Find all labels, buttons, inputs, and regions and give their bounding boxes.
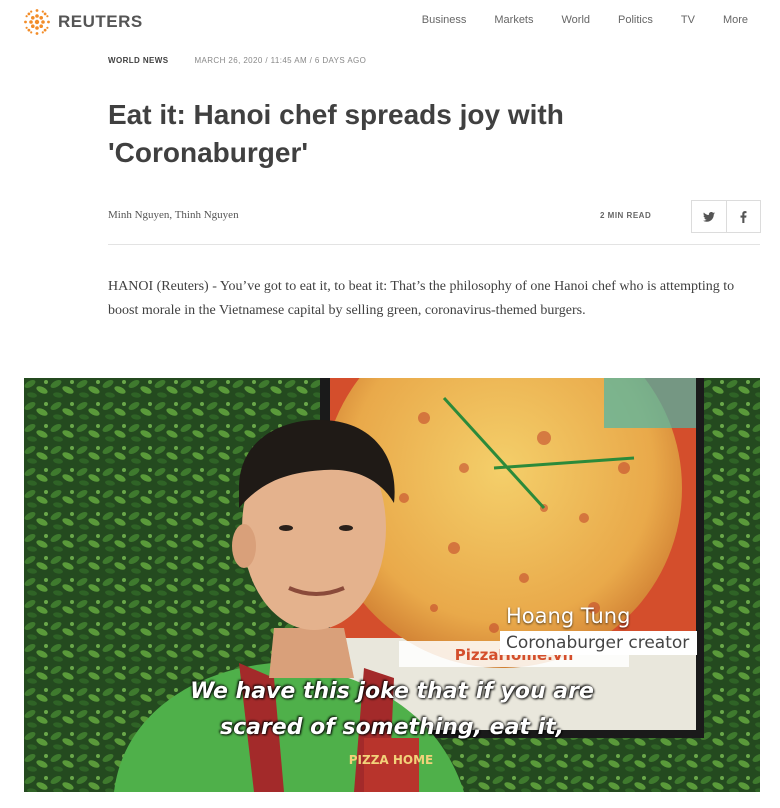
article-meta: WORLD NEWS MARCH 26, 2020 / 11:45 AM / 6…: [108, 56, 366, 65]
facebook-icon: [740, 210, 747, 223]
nav-world[interactable]: World: [562, 14, 591, 26]
twitter-share-button[interactable]: [692, 201, 726, 232]
speaker-lower-third: Hoang Tung Coronaburger creator: [500, 604, 698, 655]
nav-business[interactable]: Business: [422, 14, 467, 26]
brand-name: REUTERS: [58, 12, 143, 31]
article-headline: Eat it: Hanoi chef spreads joy with 'Cor…: [108, 99, 564, 168]
speaker-role: Coronaburger creator: [500, 631, 698, 655]
subtitle-line-2: scared of something, eat it,: [219, 715, 565, 740]
video-still[interactable]: PizzaHome.vn PIZZA HOME Hoang Tung Coron…: [24, 378, 760, 792]
speaker-name: Hoang Tung: [506, 604, 631, 628]
subtitle-line-1: We have this joke that if you are: [190, 679, 594, 704]
section-link[interactable]: WORLD NEWS: [108, 56, 168, 65]
article-body-paragraph: HANOI (Reuters) - You’ve got to eat it, …: [108, 279, 735, 318]
nav-more[interactable]: More: [723, 14, 748, 26]
video-subtitle: We have this joke that if you are scared…: [24, 674, 760, 746]
nav-markets[interactable]: Markets: [494, 14, 533, 26]
reuters-logo[interactable]: REUTERS: [22, 7, 143, 37]
nav-politics[interactable]: Politics: [618, 14, 653, 26]
top-navigation-bar: REUTERS Business Markets World Politics …: [0, 0, 780, 42]
nav-tv[interactable]: TV: [681, 14, 695, 26]
share-buttons: [691, 200, 761, 233]
apron-text: PIZZA HOME: [349, 753, 434, 767]
twitter-icon: [703, 211, 715, 222]
main-nav: Business Markets World Politics TV More: [394, 14, 748, 26]
byline[interactable]: Minh Nguyen, Thinh Nguyen: [108, 209, 239, 221]
reuters-logo-icon: [22, 7, 52, 37]
facebook-share-button[interactable]: [726, 201, 760, 232]
article-date: MARCH 26, 2020 / 11:45 AM / 6 DAYS AGO: [194, 56, 367, 65]
read-time: 2 MIN READ: [600, 211, 652, 220]
byline-divider: [108, 244, 760, 245]
